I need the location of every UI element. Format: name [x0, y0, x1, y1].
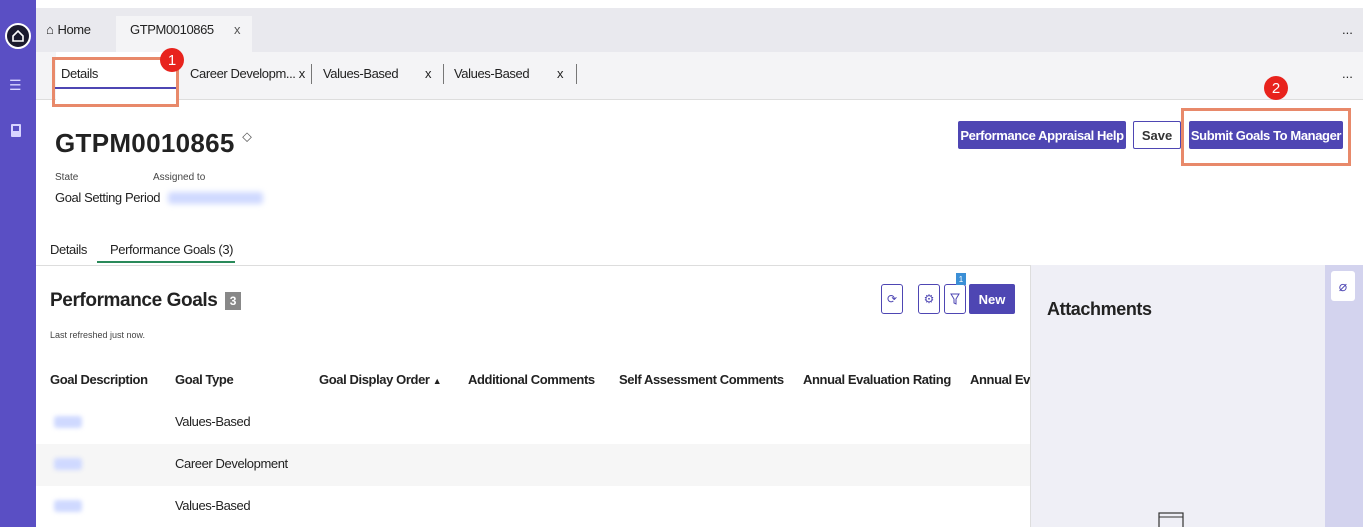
attachments-title: Attachments — [1047, 299, 1152, 319]
tag-icon[interactable]: ⬦ — [242, 128, 252, 144]
tab-details[interactable]: Details — [50, 242, 87, 257]
tab-record[interactable]: GTPM0010865 — [130, 22, 214, 37]
bookmark-icon[interactable] — [9, 123, 23, 142]
list-menu-icon[interactable]: ☰ — [9, 77, 22, 94]
last-refreshed-text: Last refreshed just now. — [50, 330, 146, 340]
subtab-values-based-2[interactable]: Values-Based — [454, 66, 530, 81]
list-title: Performance Goals 3 — [50, 290, 242, 312]
refresh-icon[interactable]: ⟳ — [881, 284, 903, 314]
performance-appraisal-help-button[interactable]: Performance Appraisal Help — [958, 121, 1126, 149]
goal-type-cell: Values-Based — [175, 498, 251, 513]
more-tabs-button[interactable]: ... — [1342, 22, 1353, 37]
attachments-panel: Attachments — [1030, 265, 1325, 527]
subtab-career-development[interactable]: Career Developm... x — [190, 66, 305, 81]
close-subtab-icon[interactable]: x — [557, 66, 564, 81]
close-subtab-icon[interactable]: x — [299, 66, 306, 81]
subtab-values-based-1[interactable]: Values-Based — [323, 66, 399, 81]
close-subtab-icon[interactable]: x — [425, 66, 432, 81]
goal-type-cell: Values-Based — [175, 414, 251, 429]
top-tab-bar: ⌂ Home GTPM0010865 x ... — [36, 8, 1363, 52]
attachments-empty-icon — [1158, 512, 1184, 527]
attachments-sidebar: ⌀ — [1325, 265, 1363, 527]
home-tab[interactable]: ⌂ Home — [46, 22, 91, 37]
assigned-to-label: Assigned to — [153, 172, 206, 183]
col-self-assessment-comments[interactable]: Self Assessment Comments — [619, 372, 784, 387]
new-button[interactable]: New — [969, 284, 1015, 314]
goal-description-link[interactable] — [54, 416, 82, 428]
col-goal-display-order[interactable]: Goal Display Order ▲ — [319, 372, 442, 387]
settings-gear-icon[interactable]: ⚙ — [918, 284, 940, 314]
col-additional-comments[interactable]: Additional Comments — [468, 372, 595, 387]
tab-performance-goals[interactable]: Performance Goals (3) — [110, 242, 233, 257]
close-tab-icon[interactable]: x — [234, 22, 241, 37]
filter-count-badge: 1 — [956, 273, 966, 285]
filter-icon[interactable] — [944, 284, 966, 314]
goal-type-cell: Career Development — [175, 456, 288, 471]
table-row[interactable]: Values-Based — [36, 402, 1030, 444]
goal-description-link[interactable] — [54, 458, 82, 470]
paperclip-icon[interactable]: ⌀ — [1331, 271, 1355, 301]
state-label: State — [55, 172, 79, 183]
annotation-box-2 — [1181, 108, 1351, 166]
subtab-divider — [576, 64, 577, 84]
save-button[interactable]: Save — [1133, 121, 1181, 149]
col-annual-evaluation-rating[interactable]: Annual Evaluation Rating — [803, 372, 951, 387]
subtab-divider — [311, 64, 312, 84]
home-logo-icon[interactable] — [5, 23, 31, 49]
more-subtabs-button[interactable]: ... — [1342, 66, 1353, 81]
subtab-divider — [443, 64, 444, 84]
col-annual-evaluation[interactable]: Annual Eva — [970, 372, 1030, 387]
col-goal-description[interactable]: Goal Description — [50, 372, 148, 387]
goal-description-link[interactable] — [54, 500, 82, 512]
page-title: GTPM0010865 ⬦ — [55, 128, 253, 158]
active-tab-underline — [97, 261, 235, 263]
record-subtab-bar: Details Career Developm... x Values-Base… — [36, 52, 1363, 100]
count-badge: 3 — [224, 291, 242, 310]
sort-asc-icon: ▲ — [432, 376, 442, 386]
col-goal-type[interactable]: Goal Type — [175, 372, 234, 387]
table-row[interactable]: Values-Based — [36, 486, 1030, 527]
left-nav-rail: ☰ — [0, 0, 36, 527]
table-row[interactable]: Career Development — [36, 444, 1030, 486]
state-value: Goal Setting Period — [55, 190, 161, 205]
home-icon: ⌂ — [46, 22, 54, 37]
annotation-badge-1: 1 — [160, 48, 184, 72]
assigned-to-value-redacted — [168, 192, 263, 204]
annotation-badge-2: 2 — [1264, 76, 1288, 100]
